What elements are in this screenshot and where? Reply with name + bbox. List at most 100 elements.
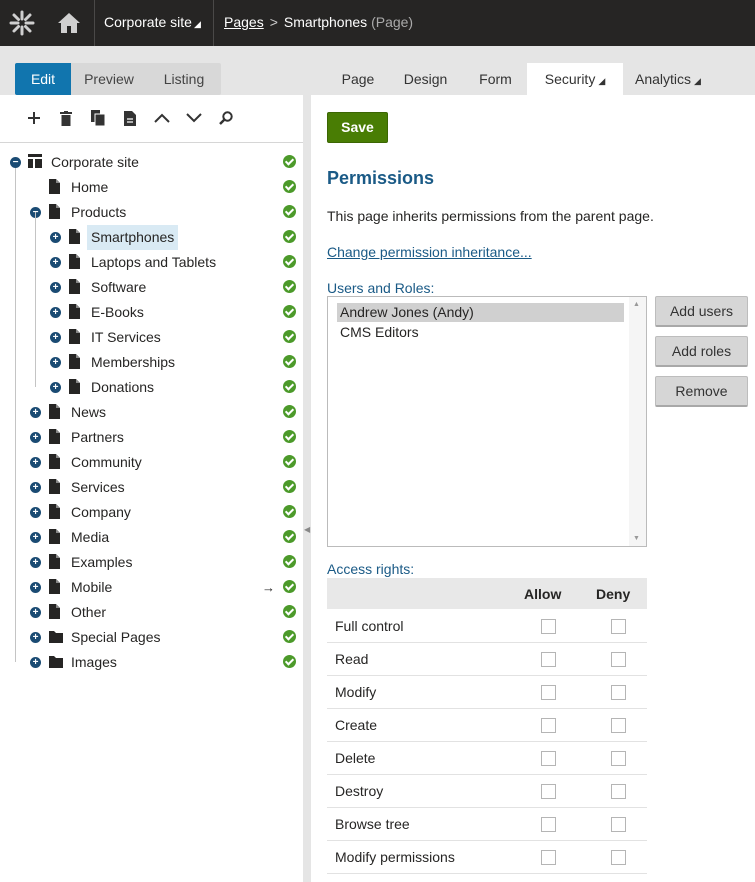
tree-node-label[interactable]: Community bbox=[67, 450, 146, 475]
tree-node[interactable]: + Mobile → bbox=[0, 575, 303, 600]
tab-page[interactable]: Page bbox=[328, 63, 388, 95]
deny-checkbox[interactable] bbox=[611, 751, 626, 766]
allow-checkbox[interactable] bbox=[541, 784, 556, 799]
change-inheritance-link[interactable]: Change permission inheritance... bbox=[327, 244, 532, 260]
tree-node[interactable]: + E-Books bbox=[0, 300, 303, 325]
list-item[interactable]: Andrew Jones (Andy) bbox=[337, 303, 624, 322]
tree-node-label[interactable]: Memberships bbox=[87, 350, 179, 375]
search-icon[interactable] bbox=[210, 106, 242, 130]
tree-node-label[interactable]: Donations bbox=[87, 375, 158, 400]
deny-checkbox[interactable] bbox=[611, 718, 626, 733]
chevron-down-icon[interactable] bbox=[178, 106, 210, 130]
tree-node[interactable]: + Smartphones bbox=[0, 225, 303, 250]
tree-node-label[interactable]: Services bbox=[67, 475, 129, 500]
tree-node[interactable]: + Other bbox=[0, 600, 303, 625]
tree-node-label[interactable]: Other bbox=[67, 600, 110, 625]
trash-icon[interactable] bbox=[50, 106, 82, 130]
expand-icon[interactable]: + bbox=[30, 532, 41, 543]
deny-checkbox[interactable] bbox=[611, 850, 626, 865]
expand-icon[interactable]: + bbox=[30, 407, 41, 418]
users-roles-list[interactable]: Andrew Jones (Andy) CMS Editors ▲ ▼ bbox=[327, 296, 647, 547]
site-selector[interactable]: Corporate site ◢ bbox=[104, 14, 201, 30]
plus-icon[interactable] bbox=[18, 106, 50, 130]
breadcrumb-pages-link[interactable]: Pages bbox=[224, 14, 264, 30]
tree-node-label[interactable]: Software bbox=[87, 275, 150, 300]
mode-listing[interactable]: Listing bbox=[147, 63, 221, 95]
collapse-icon[interactable]: − bbox=[10, 157, 21, 168]
panel-splitter[interactable]: ◀ bbox=[303, 95, 311, 882]
tree-node[interactable]: + Services bbox=[0, 475, 303, 500]
mode-preview[interactable]: Preview bbox=[71, 63, 147, 95]
tab-design[interactable]: Design bbox=[388, 63, 463, 95]
mode-edit[interactable]: Edit bbox=[15, 63, 71, 95]
tree-node[interactable]: −Products bbox=[0, 200, 303, 225]
tree-node-label[interactable]: Mobile bbox=[67, 575, 116, 600]
expand-icon[interactable]: + bbox=[30, 632, 41, 643]
tree-node-label[interactable]: Company bbox=[67, 500, 135, 525]
tree-node[interactable]: + Donations bbox=[0, 375, 303, 400]
deny-checkbox[interactable] bbox=[611, 652, 626, 667]
allow-checkbox[interactable] bbox=[541, 817, 556, 832]
list-item[interactable]: CMS Editors bbox=[337, 323, 422, 342]
tree-node-label[interactable]: Images bbox=[67, 650, 121, 675]
scroll-down-icon[interactable]: ▼ bbox=[633, 535, 640, 542]
add-users-button[interactable]: Add users bbox=[655, 296, 748, 327]
tree-node[interactable]: + Company bbox=[0, 500, 303, 525]
tree-node[interactable]: + News bbox=[0, 400, 303, 425]
scroll-up-icon[interactable]: ▲ bbox=[633, 301, 640, 308]
list-scrollbar[interactable]: ▲ ▼ bbox=[629, 297, 646, 546]
tree-node-label[interactable]: Smartphones bbox=[87, 225, 179, 250]
allow-checkbox[interactable] bbox=[541, 751, 556, 766]
tree-node[interactable]: + Partners bbox=[0, 425, 303, 450]
tree-node[interactable]: + Special Pages bbox=[0, 625, 303, 650]
tree-node-label[interactable]: Products bbox=[67, 200, 130, 225]
expand-icon[interactable]: + bbox=[50, 307, 61, 318]
tree-node[interactable]: Home bbox=[0, 175, 303, 200]
home-icon[interactable] bbox=[44, 0, 94, 46]
expand-icon[interactable]: + bbox=[30, 432, 41, 443]
tree-node-label[interactable]: News bbox=[67, 400, 110, 425]
document-icon[interactable] bbox=[114, 106, 146, 130]
tree-node[interactable]: + Community bbox=[0, 450, 303, 475]
tree-node-label[interactable]: E-Books bbox=[87, 300, 148, 325]
tree-node-label[interactable]: Laptops and Tablets bbox=[87, 250, 220, 275]
tree-node-label[interactable]: Media bbox=[67, 525, 113, 550]
allow-checkbox[interactable] bbox=[541, 619, 556, 634]
deny-checkbox[interactable] bbox=[611, 619, 626, 634]
kentico-logo-icon[interactable] bbox=[0, 0, 44, 46]
expand-icon[interactable]: + bbox=[30, 507, 41, 518]
tree-node-label[interactable]: Corporate site bbox=[47, 150, 143, 175]
expand-icon[interactable]: + bbox=[30, 657, 41, 668]
expand-icon[interactable]: + bbox=[30, 482, 41, 493]
copy-icon[interactable] bbox=[82, 106, 114, 130]
collapse-arrow-icon[interactable]: ◀ bbox=[304, 525, 310, 534]
allow-checkbox[interactable] bbox=[541, 850, 556, 865]
expand-icon[interactable]: + bbox=[50, 282, 61, 293]
tree-node-label[interactable]: Special Pages bbox=[67, 625, 165, 650]
expand-icon[interactable]: + bbox=[30, 457, 41, 468]
expand-icon[interactable]: + bbox=[50, 232, 61, 243]
save-button[interactable]: Save bbox=[327, 112, 388, 143]
tree-node[interactable]: + IT Services bbox=[0, 325, 303, 350]
tree-node-label[interactable]: IT Services bbox=[87, 325, 165, 350]
tree-node[interactable]: + Software bbox=[0, 275, 303, 300]
allow-checkbox[interactable] bbox=[541, 718, 556, 733]
tab-form[interactable]: Form bbox=[463, 63, 528, 95]
expand-icon[interactable]: + bbox=[50, 357, 61, 368]
tree-node[interactable]: + Media bbox=[0, 525, 303, 550]
tree-node[interactable]: + Laptops and Tablets bbox=[0, 250, 303, 275]
expand-icon[interactable]: + bbox=[50, 332, 61, 343]
expand-icon[interactable]: + bbox=[50, 382, 61, 393]
tree-node[interactable]: + Memberships bbox=[0, 350, 303, 375]
tree-node[interactable]: + Examples bbox=[0, 550, 303, 575]
allow-checkbox[interactable] bbox=[541, 652, 556, 667]
deny-checkbox[interactable] bbox=[611, 685, 626, 700]
tree-node-label[interactable]: Partners bbox=[67, 425, 128, 450]
deny-checkbox[interactable] bbox=[611, 784, 626, 799]
expand-icon[interactable]: + bbox=[50, 257, 61, 268]
tree-node-label[interactable]: Home bbox=[67, 175, 112, 200]
remove-button[interactable]: Remove bbox=[655, 376, 748, 407]
tab-security[interactable]: Security ◢ bbox=[527, 63, 623, 95]
deny-checkbox[interactable] bbox=[611, 817, 626, 832]
add-roles-button[interactable]: Add roles bbox=[655, 336, 748, 367]
